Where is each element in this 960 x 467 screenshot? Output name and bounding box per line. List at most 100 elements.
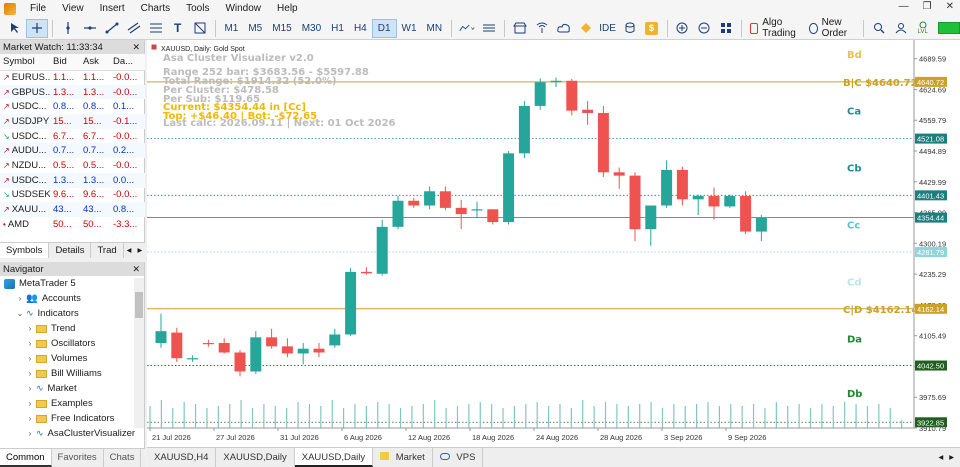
dollar-icon[interactable]: $ [641,19,663,38]
candle-body[interactable] [566,80,578,111]
chevron-right-icon[interactable]: › [14,294,26,303]
algo-trading-button[interactable]: Algo Trading [746,17,805,39]
candle-body[interactable] [392,200,404,227]
navigator-item[interactable]: › Examples [0,396,144,411]
timeframe-d1[interactable]: D1 [371,18,397,38]
chevron-right-icon[interactable]: › [24,324,36,333]
ide-button[interactable]: IDE [597,19,619,38]
tab-scroll-right-icon[interactable]: ▸ [134,243,145,258]
fibonacci-icon[interactable] [145,19,167,38]
chevron-right-icon[interactable]: › [24,369,36,378]
navigator-item[interactable]: › Trend [0,321,144,336]
table-row[interactable]: ↗ GBPUS... 1.3... 1.3... -0.0... [0,84,145,100]
column-header-ask[interactable]: Ask [80,54,110,71]
candle-body[interactable] [471,209,483,211]
chevron-right-icon[interactable]: › [24,414,36,423]
navigator-item[interactable]: › 👥 Accounts [0,291,144,306]
timeframe-m1[interactable]: M1 [219,19,243,38]
chevron-right-icon[interactable]: › [24,399,36,408]
chart-tab-daily-2[interactable]: XAUUSD,Daily [294,448,374,467]
zoom-in-icon[interactable] [671,19,693,38]
tab-details[interactable]: Details [49,243,92,258]
table-row[interactable]: ↗ USDC... 1.3... 1.3... 0.0... [0,172,145,188]
tile-windows-icon[interactable] [715,19,737,38]
column-header-day[interactable]: Da... [110,54,145,71]
candle-body[interactable] [740,196,752,232]
tab-symbols[interactable]: Symbols [0,243,50,258]
navigator-item[interactable]: › Volumes [0,351,144,366]
table-row[interactable]: ↗ USDC... 0.8... 0.8... 0.1... [0,99,145,114]
timeframe-w1[interactable]: W1 [397,19,422,38]
restore-icon[interactable]: ❐ [923,1,932,12]
candle-body[interactable] [645,205,657,230]
column-header-symbol[interactable]: Symbol [0,54,50,71]
menu-window[interactable]: Window [217,3,269,14]
candle-body[interactable] [281,346,293,354]
menu-insert[interactable]: Insert [92,3,133,14]
timeframe-h1[interactable]: H1 [326,19,349,38]
chart-type-icon[interactable] [456,19,478,38]
candle-body[interactable] [582,109,594,114]
candle-body[interactable] [692,196,704,200]
tabs-scroll-left-icon[interactable]: ◂ [935,448,946,467]
market-tab[interactable]: Market [373,448,433,467]
table-row[interactable]: ↘ USDC... 6.7... 6.7... -0.0... [0,129,145,144]
candle-body[interactable] [171,332,183,359]
market-icon[interactable] [509,19,531,38]
chart-tab-h4[interactable]: XAUUSD,H4 [147,448,217,467]
tab-chats[interactable]: Chats [104,449,142,467]
navigator-item[interactable]: › Free Indicators [0,411,144,426]
new-order-button[interactable]: New Order [805,17,859,39]
minimize-icon[interactable]: — [899,1,909,12]
candle-body[interactable] [345,271,357,335]
table-row[interactable]: ↗ EURUS... 1.1... 1.1... -0.0... [0,70,145,85]
close-icon[interactable]: ✕ [132,264,144,275]
text-tool-icon[interactable]: T [167,19,189,38]
tab-common[interactable]: Common [0,449,52,467]
candle-body[interactable] [629,175,641,230]
candle-body[interactable] [329,334,341,346]
table-row[interactable]: ↗ XAUU... 43... 43... 0.8... [0,202,145,217]
candle-body[interactable] [250,337,262,372]
trendline-icon[interactable] [101,19,123,38]
candlestick-chart[interactable]: 4689.594624.694559.794494.894429.994365.… [147,40,960,447]
candle-body[interactable] [376,226,388,274]
navigator-item[interactable]: › ∿ Market [0,381,144,396]
timeframe-m15[interactable]: M15 [267,19,296,38]
candle-body[interactable] [503,153,515,223]
candle-body[interactable] [613,172,625,176]
tab-trading[interactable]: Trad [91,243,124,258]
scrollbar-thumb[interactable] [135,292,143,318]
navigator-item[interactable]: › ∿ AsaClusterVisualizer [0,426,144,441]
candle-body[interactable] [597,113,609,173]
vps-icon[interactable] [553,19,575,38]
candle-body[interactable] [724,196,736,207]
metaeditor-icon[interactable] [575,19,597,38]
candle-body[interactable] [297,348,309,354]
candle-body[interactable] [218,343,230,353]
database-icon[interactable] [619,19,641,38]
candle-body[interactable] [534,82,546,106]
chevron-right-icon[interactable]: › [24,354,36,363]
shapes-icon[interactable] [189,19,211,38]
menu-view[interactable]: View [54,3,92,14]
candle-body[interactable] [155,331,167,344]
navigator-scrollbar[interactable] [134,278,144,428]
menu-file[interactable]: File [22,3,54,14]
chevron-down-icon[interactable]: ⌄ [14,309,26,318]
menu-tools[interactable]: Tools [178,3,217,14]
candle-body[interactable] [234,352,246,372]
column-header-bid[interactable]: Bid [50,54,80,71]
signals-icon[interactable] [531,19,553,38]
candle-body[interactable] [424,191,436,206]
candle-body[interactable] [755,217,767,232]
table-row[interactable]: ↗ NZDU... 0.5... 0.5... -0.0... [0,158,145,173]
candle-body[interactable] [661,169,673,206]
navigator-item[interactable]: › Bill Williams [0,366,144,381]
menu-charts[interactable]: Charts [133,3,178,14]
search-icon[interactable] [868,19,890,38]
candle-body[interactable] [266,337,278,347]
candle-body[interactable] [518,105,530,154]
table-row[interactable]: ↘ USDSEK 9.6... 9.6... -0.0... [0,188,145,203]
timeframe-m30[interactable]: M30 [297,19,326,38]
